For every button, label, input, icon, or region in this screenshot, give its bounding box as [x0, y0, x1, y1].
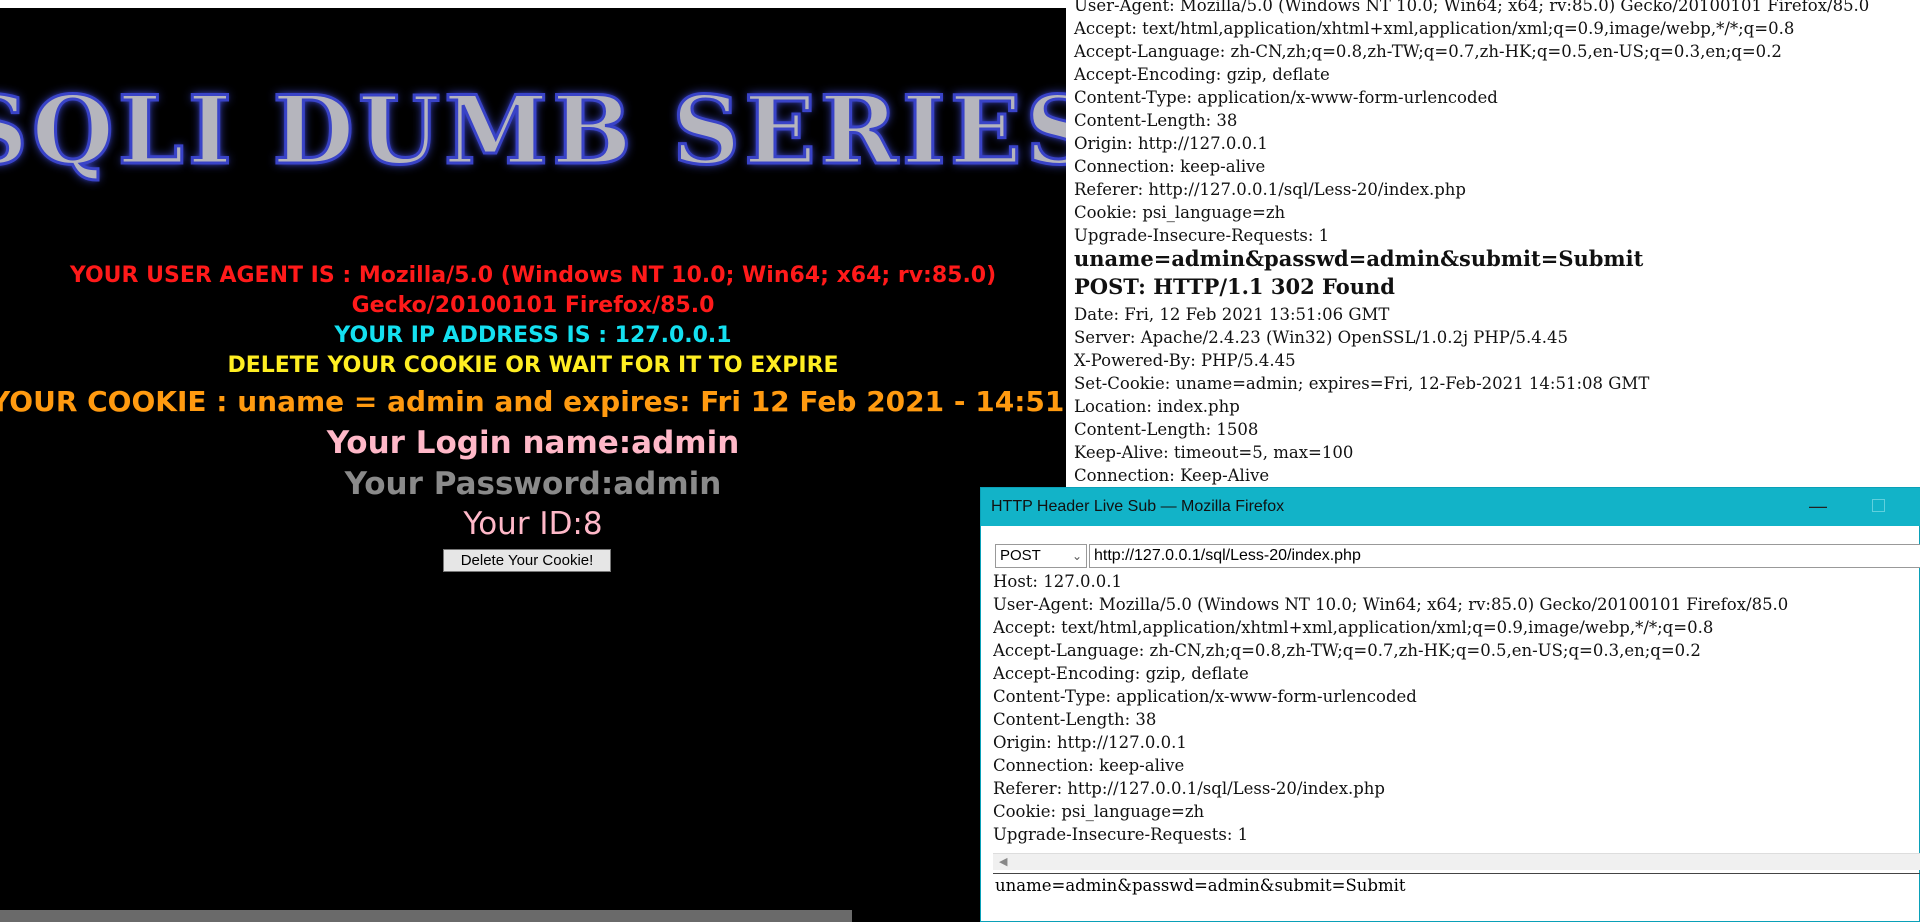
window-title: HTTP Header Live Sub — Mozilla Firefox — [991, 498, 1285, 515]
request-header-line: Content-Length: 38 — [993, 710, 1157, 729]
editor-horizontal-scrollbar[interactable]: ◀ — [993, 853, 1920, 870]
raw-header-line: Accept-Encoding: gzip, deflate — [1074, 65, 1330, 84]
raw-response-status: POST: HTTP/1.1 302 Found — [1074, 274, 1395, 299]
user-id-line: Your ID:8 — [463, 506, 603, 542]
raw-header-line: Connection: keep-alive — [1074, 157, 1266, 176]
request-header-line: User-Agent: Mozilla/5.0 (Windows NT 10.0… — [993, 595, 1789, 614]
request-header-line: Connection: keep-alive — [993, 756, 1185, 775]
raw-header-line: Accept-Language: zh-CN,zh;q=0.8,zh-TW;q=… — [1074, 42, 1782, 61]
password-line: Your Password:admin — [344, 466, 722, 502]
minimize-button[interactable]: — — [1803, 493, 1833, 519]
raw-header-line: Content-Type: application/x-www-form-url… — [1074, 88, 1498, 107]
maximize-button[interactable] — [1863, 493, 1893, 519]
chevron-down-icon: ⌄ — [1071, 549, 1082, 563]
url-input[interactable]: http://127.0.0.1/sql/Less-20/index.php — [1089, 544, 1920, 568]
raw-header-line: Accept: text/html,application/xhtml+xml,… — [1074, 19, 1795, 38]
request-headers-editor[interactable]: Host: 127.0.0.1 User-Agent: Mozilla/5.0 (… — [993, 570, 1920, 870]
method-select[interactable]: POST ⌄ — [995, 544, 1087, 568]
raw-header-line: Upgrade-Insecure-Requests: 1 — [1074, 226, 1330, 245]
request-header-line: Content-Type: application/x-www-form-url… — [993, 687, 1417, 706]
method-value: POST — [1000, 547, 1041, 564]
raw-response-line: Server: Apache/2.4.23 (Win32) OpenSSL/1.… — [1074, 328, 1568, 347]
request-header-line: Cookie: psi_language=zh — [993, 802, 1205, 821]
request-header-line: Accept-Language: zh-CN,zh;q=0.8,zh-TW;q=… — [993, 641, 1701, 660]
delete-cookie-button[interactable]: Delete Your Cookie! — [443, 549, 611, 572]
request-header-line: Upgrade-Insecure-Requests: 1 — [993, 825, 1249, 844]
raw-response-line: Connection: Keep-Alive — [1074, 466, 1270, 485]
request-header-line: Referer: http://127.0.0.1/sql/Less-20/in… — [993, 779, 1385, 798]
page-horizontal-scrollbar[interactable] — [0, 910, 852, 922]
raw-post-body: uname=admin&passwd=admin&submit=Submit — [1074, 246, 1644, 271]
maximize-icon — [1871, 499, 1885, 513]
raw-response-line: Location: index.php — [1074, 397, 1240, 416]
raw-response-line: X-Powered-By: PHP/5.4.45 — [1074, 351, 1296, 370]
sqli-banner: SQLI DUMB SERIES — [0, 76, 1066, 186]
raw-header-line: Origin: http://127.0.0.1 — [1074, 134, 1268, 153]
cookie-text: YOUR COOKIE : uname = admin and expires:… — [0, 385, 1066, 418]
post-data-input[interactable]: uname=admin&passwd=admin&submit=Submit — [993, 873, 1920, 923]
raw-response-line: Date: Fri, 12 Feb 2021 13:51:06 GMT — [1074, 305, 1390, 324]
request-header-line: Origin: http://127.0.0.1 — [993, 733, 1187, 752]
header-live-window: HTTP Header Live Sub — Mozilla Firefox —… — [980, 487, 1920, 922]
raw-header-line: Content-Length: 38 — [1074, 111, 1238, 130]
delete-cookie-notice: DELETE YOUR COOKIE OR WAIT FOR IT TO EXP… — [227, 353, 839, 378]
request-header-line: Accept-Encoding: gzip, deflate — [993, 664, 1249, 683]
scroll-left-icon[interactable]: ◀ — [999, 854, 1007, 870]
request-header-line: Host: 127.0.0.1 — [993, 572, 1122, 591]
ip-address-line: YOUR IP ADDRESS IS : 127.0.0.1 — [334, 323, 732, 348]
raw-header-line: Cookie: psi_language=zh — [1074, 203, 1286, 222]
request-header-line: Accept: text/html,application/xhtml+xml,… — [993, 618, 1714, 637]
login-name-line: Your Login name:admin — [326, 425, 740, 461]
raw-header-log: User-Agent: Mozilla/5.0 (Windows NT 10.0… — [1068, 0, 1920, 488]
raw-response-line: Keep-Alive: timeout=5, max=100 — [1074, 443, 1354, 462]
user-agent-line: YOUR USER AGENT IS : Mozilla/5.0 (Window… — [69, 263, 997, 318]
raw-response-line: Content-Length: 1508 — [1074, 420, 1259, 439]
raw-response-line: Set-Cookie: uname=admin; expires=Fri, 12… — [1074, 374, 1650, 393]
raw-header-line: User-Agent: Mozilla/5.0 (Windows NT 10.0… — [1074, 0, 1870, 15]
window-titlebar[interactable]: HTTP Header Live Sub — Mozilla Firefox — — [981, 488, 1920, 526]
raw-header-line: Referer: http://127.0.0.1/sql/Less-20/in… — [1074, 180, 1466, 199]
lab-page: SQLI DUMB SERIES YOUR USER AGENT IS : Mo… — [0, 8, 1066, 922]
cookie-line: YOUR COOKIE : uname = admin and expires:… — [0, 383, 1066, 421]
